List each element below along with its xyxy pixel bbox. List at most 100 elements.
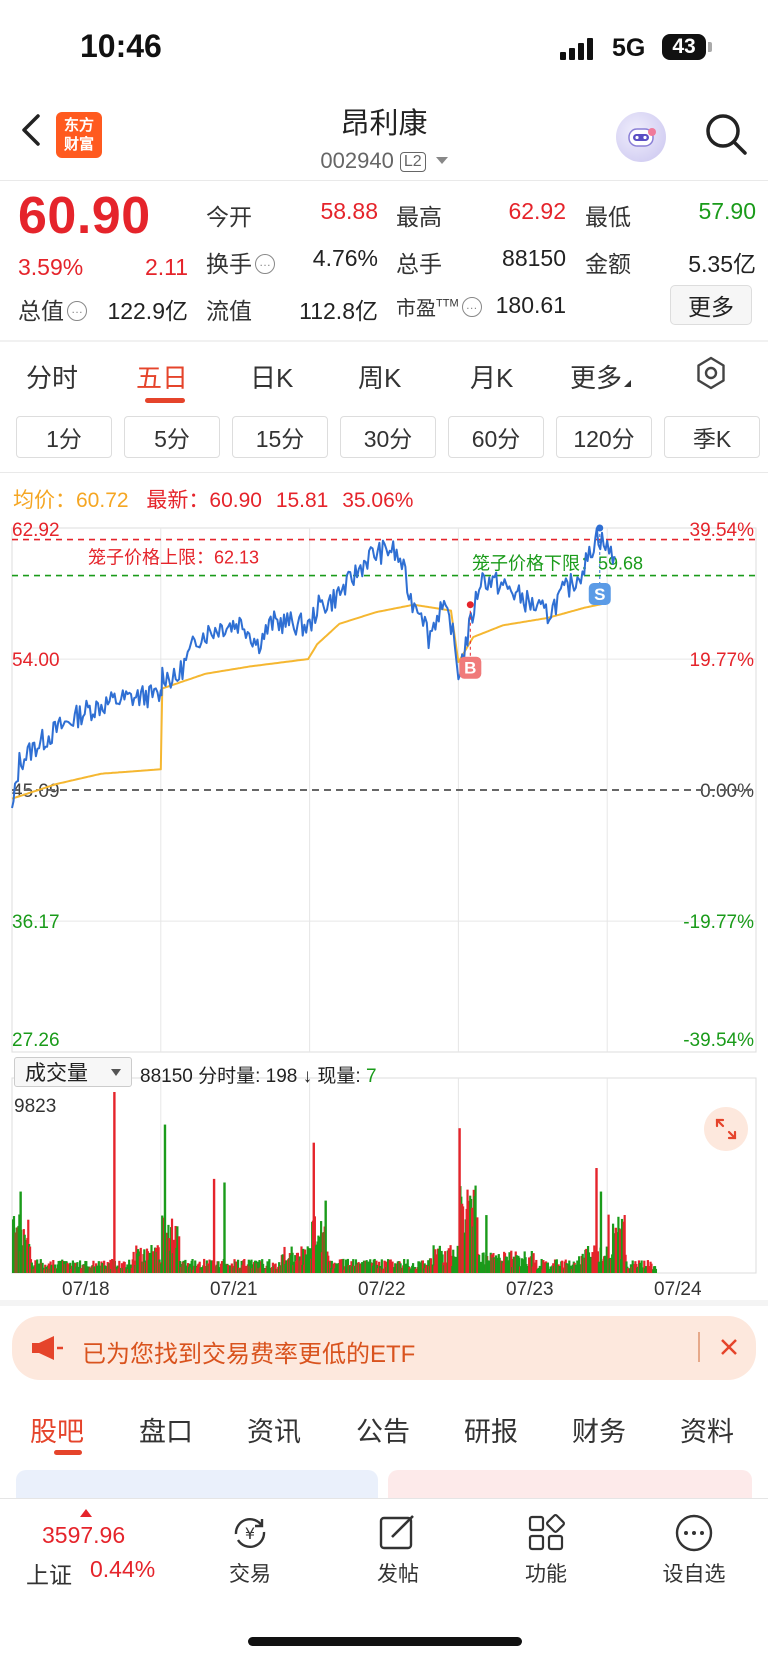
tab-more[interactable]: 更多: [570, 358, 632, 395]
volume-bar: [458, 1128, 461, 1273]
tab-profile[interactable]: 资料: [680, 1410, 734, 1449]
sell-marker-label: S: [594, 585, 605, 604]
caret-down-icon: [111, 1069, 121, 1076]
high-value: 62.92: [508, 198, 566, 224]
y-tick-label: 36.17: [12, 912, 60, 933]
open-value: 58.88: [320, 198, 378, 224]
low-value: 57.90: [698, 198, 756, 224]
assistant-robot-icon[interactable]: [616, 112, 666, 162]
date-label: 07/24: [654, 1279, 702, 1300]
float-cap-label: 流值: [206, 298, 252, 324]
tab-monthly-k[interactable]: 月K: [470, 358, 513, 395]
date-label: 07/22: [358, 1279, 406, 1300]
tab-finance[interactable]: 财务: [572, 1410, 626, 1449]
banner-separator: [698, 1332, 700, 1362]
turnover-label[interactable]: 换手…: [206, 245, 275, 279]
lower-limit-label: 笼子价格下限：59.68: [472, 554, 643, 574]
tab-weekly-k[interactable]: 周K: [358, 358, 401, 395]
level2-badge: L2: [399, 152, 426, 172]
search-icon[interactable]: [702, 110, 750, 158]
info-icon[interactable]: …: [461, 297, 482, 317]
date-label: 07/18: [62, 1279, 110, 1300]
volume-indicator-select[interactable]: 成交量: [14, 1057, 132, 1087]
period-5min-button[interactable]: 5分: [124, 416, 220, 458]
tab-research[interactable]: 研报: [464, 1410, 518, 1449]
volume-bar: [19, 1191, 22, 1273]
nav-trade[interactable]: 交易: [210, 1558, 290, 1588]
battery-cap: [708, 42, 712, 52]
volume-bar: [212, 1178, 216, 1273]
post-edit-icon[interactable]: [376, 1512, 420, 1554]
volume-bar: [599, 1191, 603, 1273]
volume-bar: [614, 1227, 618, 1273]
section-divider: [0, 1300, 768, 1306]
amount-label: 金额: [585, 251, 631, 277]
index-change[interactable]: 0.44%: [90, 1556, 155, 1583]
date-label: 07/21: [210, 1279, 258, 1300]
period-60min-button[interactable]: 60分: [448, 416, 544, 458]
tab-five-day[interactable]: 五日: [136, 358, 188, 395]
volume-bar: [223, 1182, 226, 1273]
more-circle-icon[interactable]: [672, 1512, 716, 1554]
period-15min-button[interactable]: 15分: [232, 416, 328, 458]
battery-level: 43: [672, 35, 696, 58]
mktcap-label[interactable]: 总值…: [18, 292, 87, 326]
y-tick-label: 54.00: [12, 650, 60, 671]
info-icon[interactable]: …: [255, 254, 275, 274]
tab-news[interactable]: 资讯: [247, 1410, 301, 1449]
home-indicator: [248, 1637, 522, 1646]
period-1min-button[interactable]: 1分: [16, 416, 112, 458]
nav-post[interactable]: 发帖: [358, 1558, 438, 1588]
high-label: 最高: [396, 204, 442, 230]
function-grid-icon[interactable]: [524, 1512, 568, 1554]
nav-add-watchlist[interactable]: 设自选: [654, 1558, 734, 1588]
index-value[interactable]: 3597.96: [42, 1522, 125, 1549]
status-time: 10:46: [80, 28, 162, 64]
close-icon[interactable]: [714, 1332, 744, 1362]
volume-info: 88150 分时量: 198 ↓ 现量: 7: [140, 1066, 377, 1087]
battery-icon: 43: [662, 34, 706, 60]
banner-text[interactable]: 已为您找到交易费率更低的ETF: [82, 1334, 415, 1369]
tab-announcements[interactable]: 公告: [356, 1410, 410, 1449]
volume-bar: [163, 1124, 167, 1273]
turnover-value: 4.76%: [312, 245, 378, 271]
pe-label[interactable]: 市盈TTM…: [396, 292, 482, 321]
nav-functions[interactable]: 功能: [506, 1558, 586, 1588]
more-quote-button[interactable]: 更多: [670, 285, 752, 325]
y-tick-label: 62.92: [12, 520, 60, 541]
float-cap-value: 112.8亿: [299, 298, 378, 324]
buy-marker-label: B: [464, 659, 476, 678]
five-day-chart[interactable]: 62.92 39.54%54.00 19.77%45.09 0.00%36.17 -19…: [0, 505, 768, 1305]
active-tab-indicator: [54, 1450, 82, 1455]
tab-forum[interactable]: 股吧: [30, 1410, 84, 1449]
header-divider: [0, 180, 768, 181]
avg-price-line: [11, 602, 606, 800]
tab-orderbook[interactable]: 盘口: [139, 1410, 193, 1449]
up-caret-icon: [80, 1509, 92, 1517]
pe-value: 180.61: [495, 292, 566, 318]
pct-tick-label: -39.54%: [683, 1030, 754, 1051]
volume-bar: [324, 1200, 327, 1273]
tab-daily-k[interactable]: 日K: [250, 358, 293, 395]
tab-intraday[interactable]: 分时: [26, 358, 78, 395]
period-120min-button[interactable]: 120分: [556, 416, 652, 458]
date-label: 07/23: [506, 1279, 554, 1300]
volume-value: 88150: [502, 245, 566, 271]
svg-text:¥: ¥: [245, 1524, 255, 1543]
period-30min-button[interactable]: 30分: [340, 416, 436, 458]
megaphone-icon: [32, 1336, 63, 1360]
gear-icon[interactable]: [694, 356, 728, 390]
volume-bar: [312, 1142, 315, 1273]
trade-icon[interactable]: ¥: [228, 1512, 272, 1554]
index-name[interactable]: 上证: [26, 1556, 72, 1590]
chevron-down-icon: [435, 157, 448, 164]
change-percent: 3.59%: [18, 254, 84, 280]
pct-tick-label: -19.77%: [683, 912, 754, 933]
network-type: 5G: [612, 34, 646, 62]
info-icon[interactable]: …: [67, 301, 87, 321]
amount-value: 5.35亿: [688, 251, 756, 277]
pct-tick-label: 0.00%: [700, 781, 754, 802]
pe-ttm-label: TTM: [436, 297, 459, 310]
period-quarter-k-button[interactable]: 季K: [664, 416, 760, 458]
expand-icon[interactable]: [704, 1107, 748, 1151]
